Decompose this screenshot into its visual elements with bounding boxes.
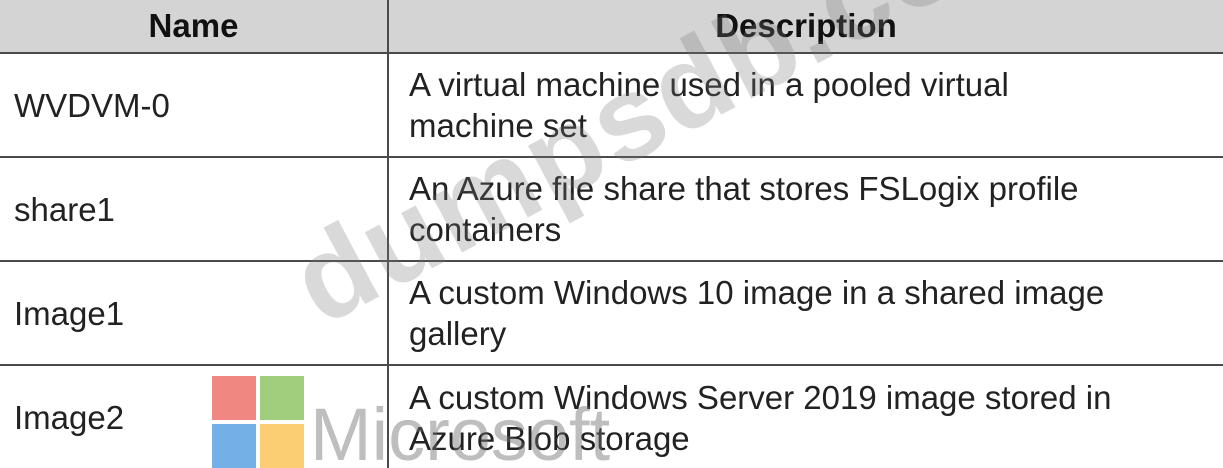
description-line: A custom Windows Server 2019 image store… bbox=[409, 378, 1112, 416]
description-line: containers bbox=[409, 211, 562, 248]
table-row: share1 An Azure file share that stores F… bbox=[0, 156, 1223, 262]
document-page: Name Description WVDVM-0 A virtual machi… bbox=[0, 0, 1223, 468]
table-row: Image2 A custom Windows Server 2019 imag… bbox=[0, 364, 1223, 468]
cell-description: A custom Windows Server 2019 image store… bbox=[387, 364, 1223, 468]
cell-name: share1 bbox=[0, 156, 389, 262]
header-description: Description bbox=[387, 0, 1223, 54]
cell-description: A virtual machine used in a pooled virtu… bbox=[387, 52, 1223, 158]
table-row: WVDVM-0 A virtual machine used in a pool… bbox=[0, 52, 1223, 158]
description-line: Azure Blob storage bbox=[409, 419, 690, 457]
table-header-row: Name Description bbox=[0, 0, 1223, 54]
cell-description: An Azure file share that stores FSLogix … bbox=[387, 156, 1223, 262]
resources-table: Name Description WVDVM-0 A virtual machi… bbox=[0, 0, 1223, 468]
description-line: A virtual machine used in a pooled virtu… bbox=[409, 66, 1009, 103]
cell-name: WVDVM-0 bbox=[0, 52, 389, 158]
cell-name: Image1 bbox=[0, 260, 389, 366]
header-name: Name bbox=[0, 0, 389, 54]
description-line: gallery bbox=[409, 315, 507, 352]
description-line: An Azure file share that stores FSLogix … bbox=[409, 170, 1079, 207]
cell-description: A custom Windows 10 image in a shared im… bbox=[387, 260, 1223, 366]
table-row: Image1 A custom Windows 10 image in a sh… bbox=[0, 260, 1223, 366]
description-line: A custom Windows 10 image in a shared im… bbox=[409, 274, 1105, 311]
cell-name: Image2 bbox=[0, 364, 389, 468]
description-line: machine set bbox=[409, 107, 587, 144]
